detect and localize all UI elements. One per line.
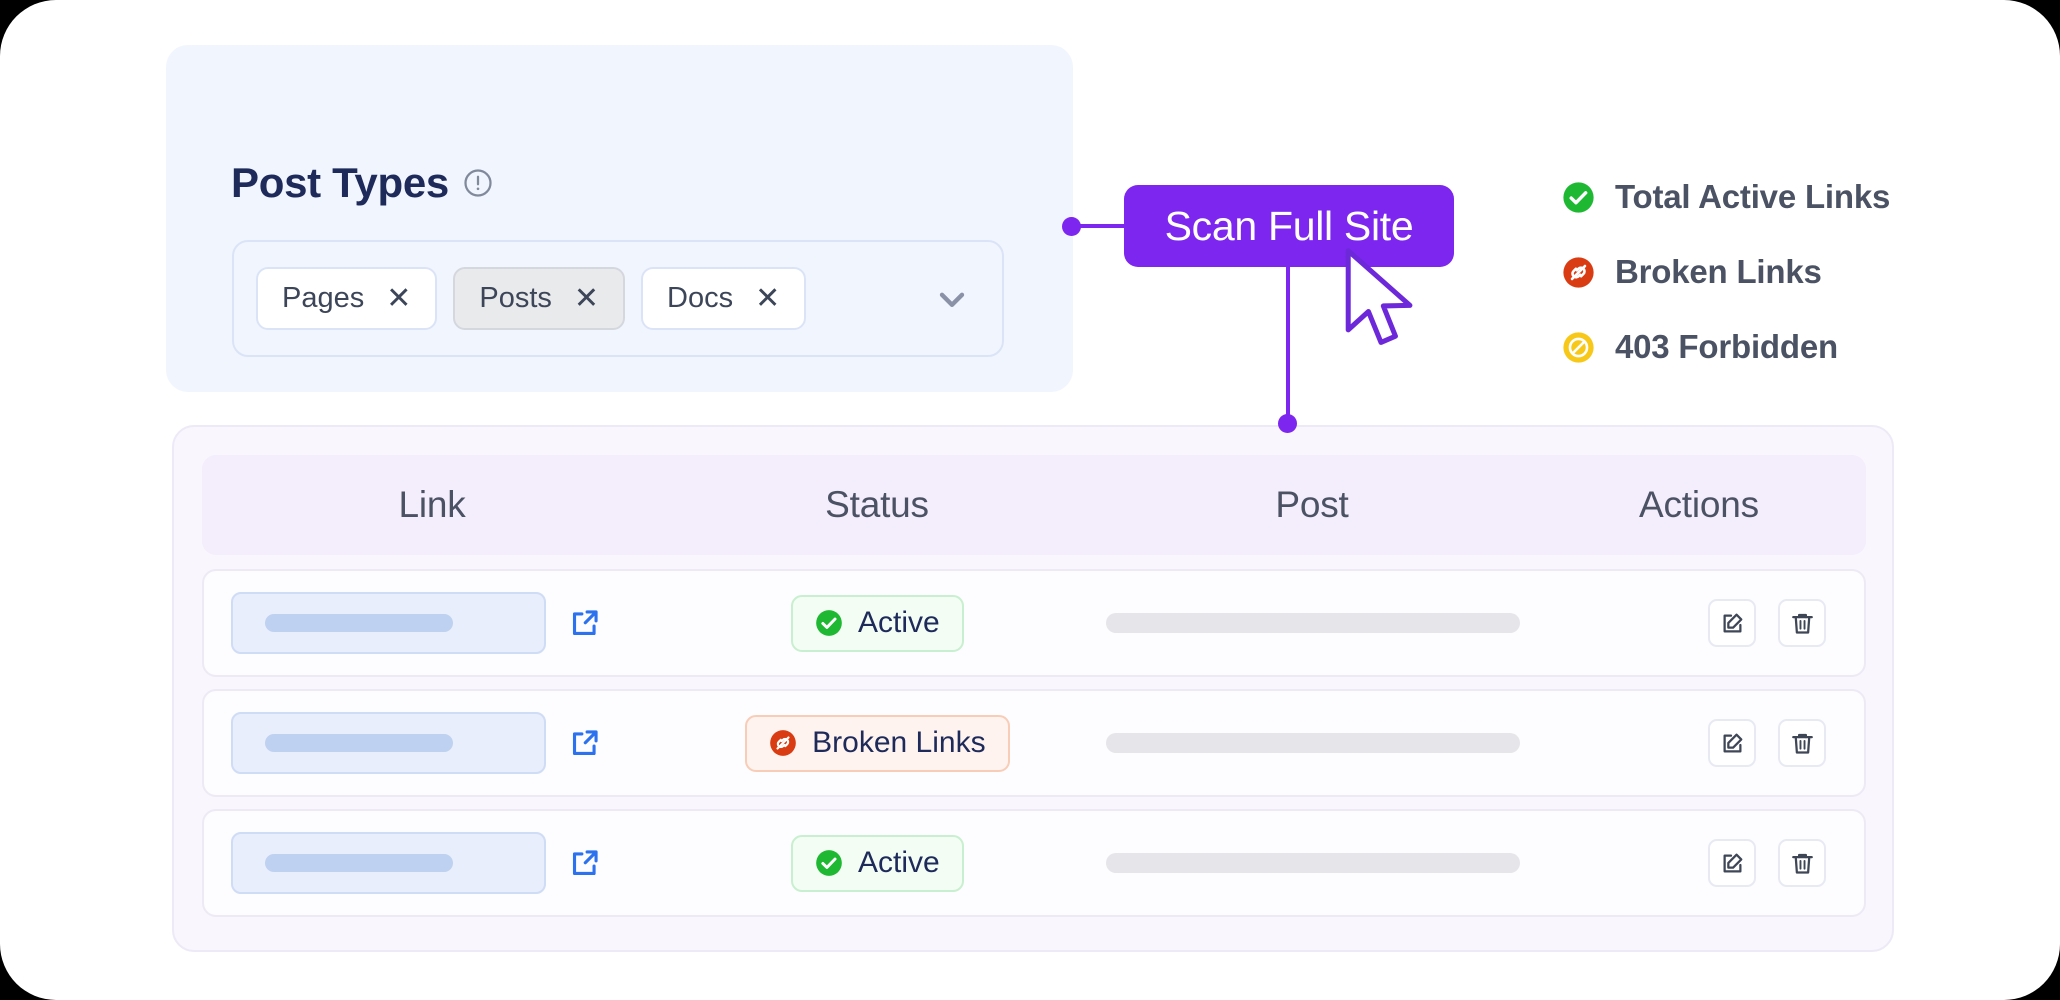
chip-docs[interactable]: Docs ✕	[641, 267, 806, 330]
cell-actions	[1531, 719, 1864, 767]
forbidden-circle-icon	[1562, 331, 1595, 364]
external-link-icon[interactable]	[568, 726, 602, 760]
app-card: Post Types Pages ✕ Posts ✕	[0, 0, 2060, 1000]
close-icon[interactable]: ✕	[574, 284, 599, 314]
legend-item-total-active-links: Total Active Links	[1562, 178, 1890, 216]
post-placeholder	[1106, 613, 1520, 633]
cell-actions	[1531, 599, 1864, 647]
delete-button[interactable]	[1778, 599, 1826, 647]
post-placeholder	[1106, 853, 1520, 873]
status-label: Active	[858, 606, 940, 640]
check-circle-icon	[815, 609, 843, 637]
legend-item-403-forbidden: 403 Forbidden	[1562, 328, 1890, 366]
cell-post	[1092, 853, 1531, 873]
scan-full-site-button[interactable]: Scan Full Site	[1124, 185, 1454, 267]
skeleton-bar	[265, 734, 453, 752]
chip-label: Docs	[667, 282, 733, 315]
cell-status: Active	[663, 595, 1092, 652]
edit-button[interactable]	[1708, 839, 1756, 887]
edit-button[interactable]	[1708, 599, 1756, 647]
legend-label: Total Active Links	[1615, 178, 1890, 216]
legend-label: 403 Forbidden	[1615, 328, 1838, 366]
cell-link	[204, 712, 663, 774]
legend-label: Broken Links	[1615, 253, 1822, 291]
chip-pages[interactable]: Pages ✕	[256, 267, 437, 330]
link-placeholder	[231, 712, 546, 774]
cell-status: Broken Links	[663, 715, 1092, 772]
edit-square-icon	[1719, 730, 1746, 757]
status-label: Broken Links	[812, 726, 985, 760]
post-types-panel: Post Types Pages ✕ Posts ✕	[166, 45, 1073, 392]
post-placeholder	[1106, 733, 1520, 753]
table-header-row: Link Status Post Actions	[202, 455, 1866, 555]
column-header-actions: Actions	[1532, 484, 1866, 526]
chevron-down-icon[interactable]	[924, 271, 980, 327]
chip-label: Posts	[479, 282, 552, 315]
chip-label: Pages	[282, 282, 364, 315]
edit-square-icon	[1719, 850, 1746, 877]
edit-square-icon	[1719, 610, 1746, 637]
external-link-icon[interactable]	[568, 606, 602, 640]
connector-dot-left	[1062, 217, 1081, 236]
skeleton-bar	[265, 614, 453, 632]
column-header-post: Post	[1092, 484, 1532, 526]
check-circle-icon	[1562, 181, 1595, 214]
table-row[interactable]: Active	[202, 809, 1866, 917]
broken-link-circle-icon	[1562, 256, 1595, 289]
table-body: Active	[202, 569, 1866, 917]
close-icon[interactable]: ✕	[386, 284, 411, 314]
cell-post	[1092, 613, 1531, 633]
legend-item-broken-links: Broken Links	[1562, 253, 1890, 291]
cell-status: Active	[663, 835, 1092, 892]
column-header-link: Link	[202, 484, 662, 526]
links-table-panel: Link Status Post Actions	[172, 425, 1894, 952]
edit-button[interactable]	[1708, 719, 1756, 767]
delete-button[interactable]	[1778, 839, 1826, 887]
info-circle-icon[interactable]	[463, 168, 493, 198]
status-badge: Active	[791, 835, 964, 892]
status-badge: Broken Links	[745, 715, 1009, 772]
cell-post	[1092, 733, 1531, 753]
trash-icon	[1789, 610, 1816, 637]
trash-icon	[1789, 730, 1816, 757]
status-legend: Total Active Links Broken Links 403 Forb…	[1562, 178, 1890, 366]
status-label: Active	[858, 846, 940, 880]
table-row[interactable]: Broken Links	[202, 689, 1866, 797]
connector-line-vertical	[1286, 264, 1290, 424]
post-types-multiselect[interactable]: Pages ✕ Posts ✕ Docs ✕	[232, 240, 1004, 357]
connector-dot-bottom	[1278, 414, 1297, 433]
close-icon[interactable]: ✕	[755, 284, 780, 314]
check-circle-icon	[815, 849, 843, 877]
cell-link	[204, 832, 663, 894]
column-header-status: Status	[662, 484, 1092, 526]
post-types-header: Post Types	[231, 162, 493, 204]
link-placeholder	[231, 832, 546, 894]
screenshot-stage: Post Types Pages ✕ Posts ✕	[0, 0, 2060, 1000]
broken-link-circle-icon	[769, 729, 797, 757]
link-placeholder	[231, 592, 546, 654]
table-row[interactable]: Active	[202, 569, 1866, 677]
page-title: Post Types	[231, 162, 449, 204]
cell-link	[204, 592, 663, 654]
external-link-icon[interactable]	[568, 846, 602, 880]
status-badge: Active	[791, 595, 964, 652]
skeleton-bar	[265, 854, 453, 872]
delete-button[interactable]	[1778, 719, 1826, 767]
trash-icon	[1789, 850, 1816, 877]
chip-posts[interactable]: Posts ✕	[453, 267, 625, 330]
cell-actions	[1531, 839, 1864, 887]
